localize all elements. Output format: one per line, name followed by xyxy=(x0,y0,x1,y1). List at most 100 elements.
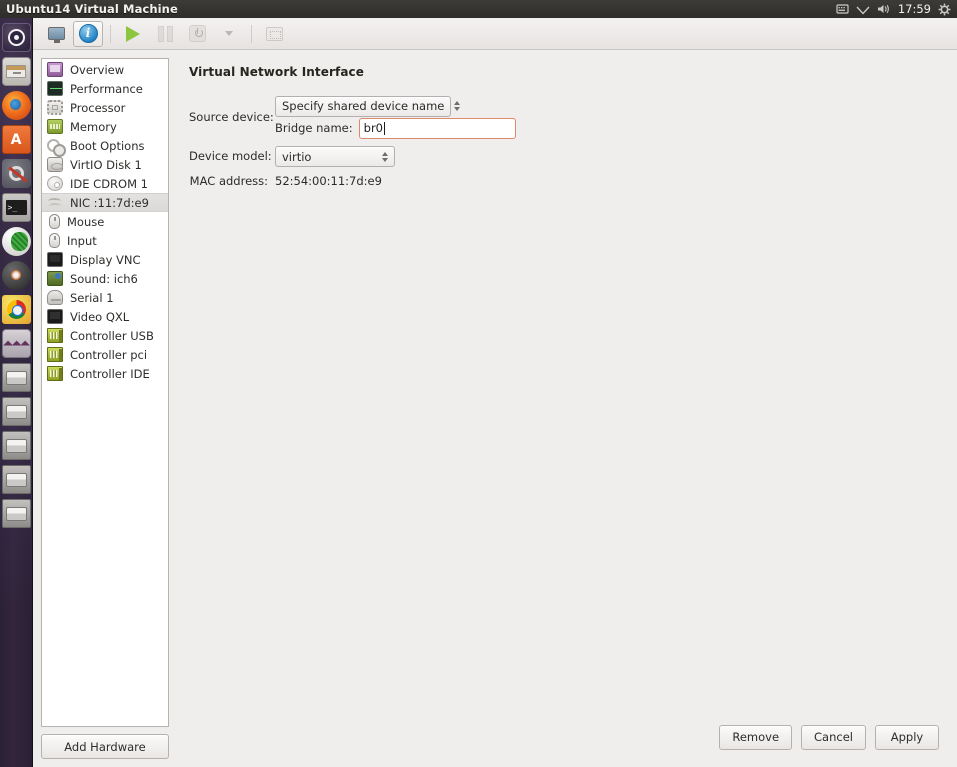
drive-icon-2[interactable] xyxy=(2,397,31,426)
gear-icon[interactable] xyxy=(938,3,951,16)
pause-icon xyxy=(158,26,173,42)
sidebar-item-performance[interactable]: Performance xyxy=(42,79,168,98)
power-icon xyxy=(189,25,206,42)
sidebar-item-controller-usb[interactable]: Controller USB xyxy=(42,326,168,345)
clock[interactable]: 17:59 xyxy=(898,2,931,16)
disk-icon xyxy=(47,157,63,172)
firefox-icon[interactable] xyxy=(2,91,31,120)
bridge-name-value: br0 xyxy=(364,121,383,135)
wifi-icon[interactable] xyxy=(856,4,870,15)
bridge-name-input[interactable]: br0 xyxy=(359,118,516,139)
text-cursor xyxy=(384,122,385,135)
mac-address-label: MAC address: xyxy=(189,174,275,188)
processor-icon xyxy=(47,100,63,115)
content-column: Virtual Network Interface Source device:… xyxy=(181,58,949,759)
device-model-field: virtio xyxy=(275,146,945,168)
terminal-icon[interactable]: >_ xyxy=(2,193,31,222)
keyboard-icon[interactable] xyxy=(836,3,849,15)
window-title: Ubuntu14 Virtual Machine xyxy=(0,2,178,16)
source-device-select[interactable]: Specify shared device name xyxy=(275,96,451,117)
top-panel: Ubuntu14 Virtual Machine 17:59 xyxy=(0,0,957,18)
mouse-icon xyxy=(49,214,60,229)
analytics-icon[interactable]: ⏶⏶⏶ xyxy=(2,329,31,358)
sidebar-item-label: Boot Options xyxy=(70,139,145,153)
sidebar-item-mouse[interactable]: Mouse xyxy=(42,212,168,231)
input-icon xyxy=(49,233,60,248)
drive-icon-3[interactable] xyxy=(2,431,31,460)
sidebar-item-label: Overview xyxy=(70,63,124,77)
pause-button[interactable] xyxy=(150,21,180,47)
sidebar-item-boot-options[interactable]: Boot Options xyxy=(42,136,168,155)
toolbar-separator-2 xyxy=(251,25,252,43)
info-icon: i xyxy=(79,24,98,43)
sidebar-item-label: NIC :11:7d:e9 xyxy=(70,196,149,210)
sidebar-item-display-vnc[interactable]: Display VNC xyxy=(42,250,168,269)
snapshot-button[interactable] xyxy=(259,21,289,47)
device-model-label: Device model: xyxy=(189,149,275,163)
sidebar-item-overview[interactable]: Overview xyxy=(42,60,168,79)
drive-icon-1[interactable] xyxy=(2,363,31,392)
sidebar-item-processor[interactable]: Processor xyxy=(42,98,168,117)
memory-icon xyxy=(47,119,63,134)
device-model-select[interactable]: virtio xyxy=(275,146,395,167)
media-player-icon[interactable] xyxy=(2,261,31,290)
sidebar-item-memory[interactable]: Memory xyxy=(42,117,168,136)
sidebar-item-input[interactable]: Input xyxy=(42,231,168,250)
shutdown-button[interactable] xyxy=(182,21,212,47)
sidebar-item-video-qxl[interactable]: Video QXL xyxy=(42,307,168,326)
network-icon[interactable] xyxy=(2,227,31,256)
chrome-icon[interactable] xyxy=(2,295,31,324)
sidebar-item-label: Display VNC xyxy=(70,253,141,267)
bridge-row: Bridge name: br0 xyxy=(275,118,945,139)
unity-launcher: A >_ ⏶⏶⏶ xyxy=(0,18,33,767)
details-view-button[interactable]: i xyxy=(73,21,103,47)
source-device-field: Specify shared device name Bridge name: … xyxy=(275,95,945,139)
controller-icon xyxy=(47,328,63,343)
sidebar-item-label: Video QXL xyxy=(70,310,129,324)
hardware-sidebar: Overview Performance Processor Memory Bo… xyxy=(41,58,169,759)
hardware-list[interactable]: Overview Performance Processor Memory Bo… xyxy=(41,58,169,727)
shutdown-menu-button[interactable] xyxy=(214,21,244,47)
toolbar-separator-1 xyxy=(110,25,111,43)
run-button[interactable] xyxy=(118,21,148,47)
sidebar-item-sound[interactable]: Sound: ich6 xyxy=(42,269,168,288)
controller-icon xyxy=(47,347,63,362)
sidebar-item-virtio-disk[interactable]: VirtIO Disk 1 xyxy=(42,155,168,174)
serial-icon xyxy=(47,290,63,305)
toolbar: i xyxy=(33,18,957,50)
sidebar-item-controller-ide[interactable]: Controller IDE xyxy=(42,364,168,383)
sidebar-item-controller-pci[interactable]: Controller pci xyxy=(42,345,168,364)
bridge-name-label: Bridge name: xyxy=(275,121,353,135)
remove-button[interactable]: Remove xyxy=(719,725,792,750)
sidebar-item-label: Memory xyxy=(70,120,117,134)
cancel-button[interactable]: Cancel xyxy=(801,725,866,750)
ubuntu-dash-icon[interactable] xyxy=(2,23,31,52)
display-icon xyxy=(47,252,63,267)
network-form: Source device: Specify shared device nam… xyxy=(189,95,945,188)
volume-icon[interactable] xyxy=(877,3,891,15)
sidebar-item-label: IDE CDROM 1 xyxy=(70,177,148,191)
add-hardware-button[interactable]: Add Hardware xyxy=(41,734,169,759)
sidebar-item-label: Controller USB xyxy=(70,329,154,343)
overview-icon xyxy=(47,62,63,77)
monitor-icon xyxy=(48,27,65,40)
sidebar-item-serial[interactable]: Serial 1 xyxy=(42,288,168,307)
system-settings-icon[interactable] xyxy=(2,159,31,188)
sidebar-item-label: Mouse xyxy=(67,215,104,229)
page-title: Virtual Network Interface xyxy=(189,65,945,79)
source-device-value: Specify shared device name xyxy=(282,99,444,113)
chevron-down-icon xyxy=(225,31,233,36)
network-settings-pane: Virtual Network Interface Source device:… xyxy=(181,58,949,721)
apply-button[interactable]: Apply xyxy=(875,725,939,750)
drive-icon-4[interactable] xyxy=(2,465,31,494)
window-body: Overview Performance Processor Memory Bo… xyxy=(33,50,957,767)
files-icon[interactable] xyxy=(2,57,31,86)
sidebar-item-nic[interactable]: NIC :11:7d:e9 xyxy=(42,193,168,212)
snapshot-icon xyxy=(266,27,283,41)
software-center-icon[interactable]: A xyxy=(2,125,31,154)
sidebar-item-label: VirtIO Disk 1 xyxy=(70,158,142,172)
sidebar-item-ide-cdrom[interactable]: IDE CDROM 1 xyxy=(42,174,168,193)
drive-icon-5[interactable] xyxy=(2,499,31,528)
sidebar-item-label: Processor xyxy=(70,101,125,115)
console-view-button[interactable] xyxy=(41,21,71,47)
